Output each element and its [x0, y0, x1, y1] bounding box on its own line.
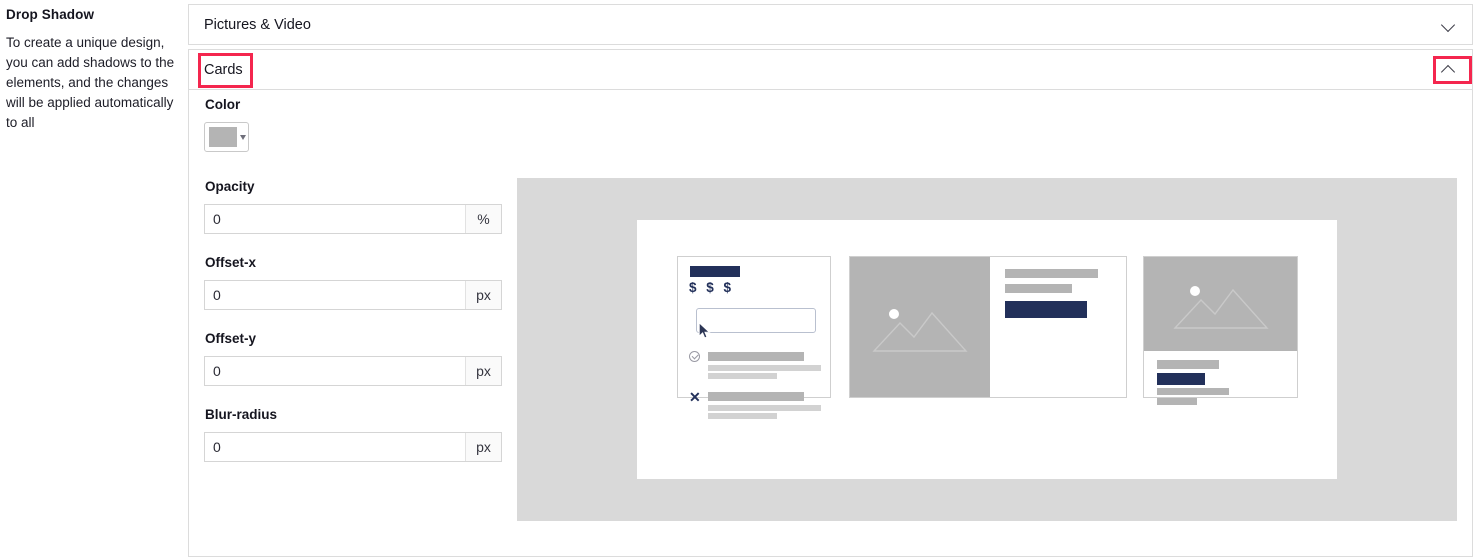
offset-y-unit: px — [465, 357, 501, 385]
offset-x-unit: px — [465, 281, 501, 309]
close-x-icon: ✕ — [689, 389, 701, 405]
offset-y-label: Offset-y — [205, 331, 257, 346]
field-group-offset-x: Offset-x px — [204, 255, 519, 310]
accordion: Pictures & Video Cards Color Opacity 0 %… — [188, 4, 1473, 557]
card-detail-line — [708, 405, 821, 411]
color-picker-button[interactable] — [204, 122, 249, 152]
offset-x-input-row[interactable]: px — [204, 280, 502, 310]
offset-y-input-row[interactable]: px — [204, 356, 502, 386]
color-label: Color — [205, 97, 241, 112]
card-detail-heading-bar — [708, 392, 804, 401]
field-group-offset-y: Offset-y px — [204, 331, 519, 386]
preview-card-vertical[interactable] — [1143, 256, 1298, 405]
preview-card-form[interactable]: $ $ $ ✕ — [677, 256, 831, 419]
check-circle-icon — [689, 351, 700, 362]
description-title: Drop Shadow — [6, 7, 95, 22]
description-body: To create a unique design, you can add s… — [6, 35, 175, 130]
offset-x-input[interactable] — [205, 281, 465, 309]
accordion-header-pictures-video[interactable]: Pictures & Video — [188, 4, 1473, 45]
opacity-input[interactable] — [205, 205, 465, 233]
image-placeholder-icon — [1172, 278, 1269, 330]
caret-down-icon — [240, 134, 246, 140]
blur-radius-input-row[interactable]: px — [204, 432, 502, 462]
field-group-color: Color — [204, 97, 519, 152]
card-subheading-bar — [1005, 284, 1072, 293]
drop-shadow-form: Color Opacity % Offset-x px — [204, 97, 519, 483]
accordion-body-cards: Color Opacity % Offset-x px — [188, 90, 1473, 557]
card-detail-line — [708, 373, 777, 379]
opacity-input-row[interactable]: % — [204, 204, 502, 234]
card-line — [1157, 398, 1197, 405]
cards-preview-panel: $ $ $ ✕ — [517, 178, 1457, 521]
card-image-placeholder — [850, 257, 990, 397]
offset-x-label: Offset-x — [205, 255, 257, 270]
card-text-input[interactable] — [696, 308, 816, 333]
card-detail-line — [708, 365, 821, 371]
chevron-up-icon[interactable] — [1441, 64, 1458, 75]
blur-radius-input[interactable] — [205, 433, 465, 461]
field-group-opacity: Opacity % — [204, 179, 519, 234]
card-action-button[interactable] — [1005, 301, 1087, 318]
cards-preview-canvas: $ $ $ ✕ — [637, 220, 1337, 479]
offset-y-input[interactable] — [205, 357, 465, 385]
blur-radius-unit: px — [465, 433, 501, 461]
card-title-bar — [690, 266, 740, 277]
card-body — [990, 257, 1126, 397]
card-detail-row: ✕ — [689, 389, 821, 419]
accordion-header-cards[interactable]: Cards — [188, 49, 1473, 90]
card-detail-line — [708, 413, 777, 419]
opacity-label: Opacity — [205, 179, 255, 194]
accordion-title-cards: Cards — [204, 61, 243, 78]
card-line — [1157, 388, 1229, 395]
card-detail-heading-bar — [708, 352, 804, 361]
card-heading-bar — [1157, 360, 1219, 369]
blur-radius-label: Blur-radius — [205, 407, 278, 422]
card-image-placeholder — [1144, 257, 1297, 351]
preview-card-horizontal[interactable] — [849, 256, 1127, 398]
field-group-blur-radius: Blur-radius px — [204, 407, 519, 462]
color-swatch — [209, 127, 237, 147]
description-panel: Drop Shadow To create a unique design, y… — [0, 0, 188, 521]
card-price-text: $ $ $ — [689, 280, 735, 295]
card-heading-bar — [1005, 269, 1098, 278]
card-action-button[interactable] — [1157, 373, 1205, 385]
image-placeholder-icon — [872, 301, 968, 353]
card-detail-row — [689, 351, 821, 379]
opacity-unit: % — [465, 205, 501, 233]
chevron-down-icon[interactable] — [1441, 19, 1458, 30]
accordion-title-pictures-video: Pictures & Video — [204, 16, 311, 33]
mouse-pointer-icon — [698, 322, 711, 339]
